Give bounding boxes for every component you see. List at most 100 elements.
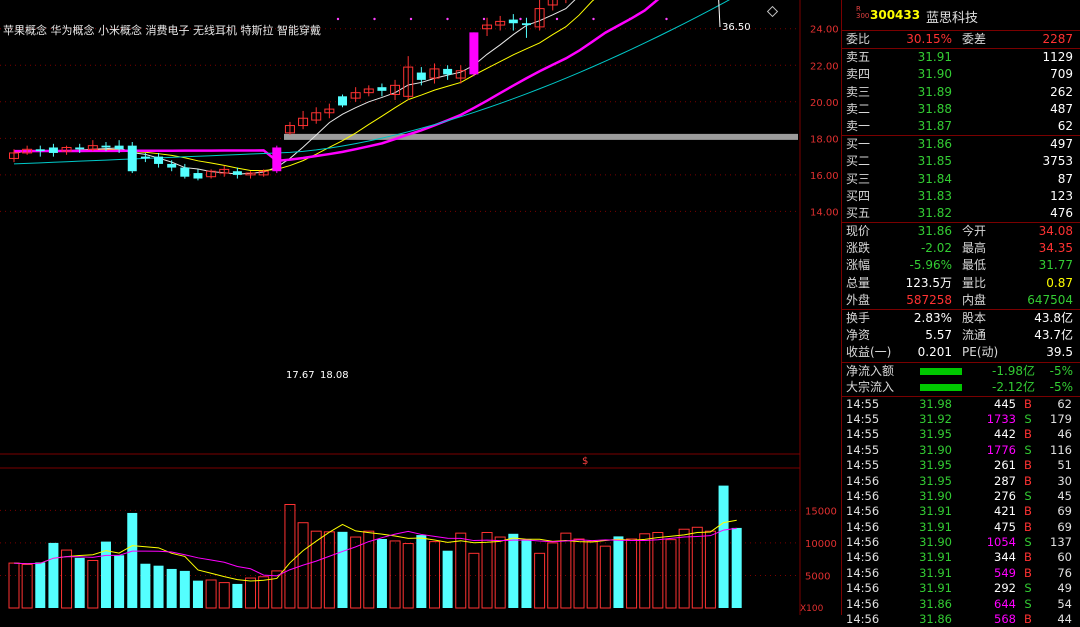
tick-volume: 549 — [994, 565, 1016, 580]
stat-value: 0.201 — [917, 345, 952, 360]
ask-price: 31.87 — [917, 118, 952, 133]
tick-volume: 421 — [994, 504, 1016, 519]
ask-row[interactable]: 卖一 31.87 62 — [842, 118, 1080, 135]
share-stats: 换手 2.83% 股本 43.8亿 净资 5.57 流通 43.7亿 收益(一) 0.201 PE(… — [842, 309, 1080, 362]
price-tick-label: 18.00 — [810, 134, 839, 145]
kline-chart-area[interactable]: 36.0034.0032.0030.0028.0026.0024.0022.00… — [0, 0, 840, 615]
volume-bar — [494, 536, 506, 609]
stat-value: 31.86 — [917, 224, 952, 239]
bid-row[interactable]: 买五 31.82 476 — [842, 205, 1080, 222]
tick-side: B — [1024, 504, 1032, 519]
tick-volume: 475 — [994, 519, 1016, 534]
stat-value: 34.35 — [1038, 241, 1073, 256]
tick-price: 31.90 — [919, 535, 952, 550]
tick-count: 51 — [1057, 458, 1072, 473]
tick-row[interactable]: 14:56 31.90 276 S 45 — [842, 489, 1080, 504]
tick-row[interactable]: 14:56 31.91 475 B 69 — [842, 520, 1080, 535]
volume-bar — [8, 562, 20, 609]
stat-label: 总量 — [846, 275, 871, 290]
tick-row[interactable]: 14:55 31.90 1776 S 116 — [842, 443, 1080, 458]
tick-volume: 644 — [994, 596, 1016, 611]
tick-count: 54 — [1057, 596, 1072, 611]
volume-bar — [455, 532, 467, 609]
tick-volume: 568 — [994, 612, 1016, 627]
high-price-label: 36.50 — [722, 22, 751, 33]
stat-label: 换手 — [846, 311, 871, 325]
bid-row[interactable]: 买四 31.83 123 — [842, 188, 1080, 205]
volume-bar — [337, 531, 348, 608]
volume-bar — [245, 577, 257, 609]
volume-bar — [534, 552, 546, 609]
tick-row[interactable]: 14:56 31.91 549 B 76 — [842, 566, 1080, 581]
stock-code[interactable]: 300433 — [870, 8, 920, 22]
stock-name[interactable]: 蓝思科技 — [926, 7, 978, 26]
ask-row[interactable]: 卖三 31.89 262 — [842, 84, 1080, 101]
volume-bar — [560, 532, 572, 609]
volume-bar — [731, 527, 742, 608]
volume-bar — [416, 535, 427, 608]
stat-row: 涨幅 -5.96% 最低 31.77 — [842, 257, 1080, 274]
expand-icon[interactable] — [766, 5, 779, 18]
stat-label: 涨跌 — [846, 241, 871, 256]
ask-row[interactable]: 卖五 31.91 1129 — [842, 49, 1080, 66]
bid-label: 买四 — [846, 188, 871, 203]
ask-row[interactable]: 卖四 31.90 709 — [842, 66, 1080, 83]
weicha-label: 委差 — [962, 32, 987, 46]
weibi-value: 30.15% — [906, 32, 952, 46]
volume-bar — [310, 530, 322, 609]
top-marker-dot — [373, 17, 376, 21]
tick-row[interactable]: 14:55 31.98 445 B 62 — [842, 397, 1080, 412]
flow-row: 净流入额 -1.98亿 -5% — [842, 363, 1080, 380]
candle-body — [75, 147, 85, 150]
bid-row[interactable]: 买三 31.84 87 — [842, 171, 1080, 188]
tick-time: 14:56 — [846, 596, 880, 611]
tick-row[interactable]: 14:56 31.86 568 B 44 — [842, 612, 1080, 627]
volume-bar — [691, 526, 703, 609]
tick-row[interactable]: 14:56 31.91 344 B 60 — [842, 550, 1080, 565]
stat-value: 0.87 — [1046, 275, 1073, 290]
tick-time: 14:56 — [846, 550, 880, 565]
ask-row[interactable]: 卖二 31.88 487 — [842, 101, 1080, 118]
tick-price: 31.91 — [919, 565, 952, 580]
tick-row[interactable]: 14:55 31.95 261 B 51 — [842, 458, 1080, 473]
volume-bar — [284, 503, 296, 609]
tick-row[interactable]: 14:55 31.92 1733 S 179 — [842, 412, 1080, 427]
stat-value: 123.5万 — [905, 275, 952, 290]
tick-list[interactable]: 14:55 31.98 445 B 62 14:55 31.92 1733 S 179 14:55 3… — [842, 395, 1080, 627]
volume-bar — [114, 555, 125, 608]
top-marker-dot — [519, 17, 522, 21]
tick-side: S — [1024, 442, 1032, 457]
tick-price: 31.86 — [919, 612, 952, 627]
candle-body — [154, 156, 164, 164]
top-marker-dot — [336, 17, 340, 21]
tick-time: 14:56 — [846, 473, 880, 488]
top-marker-dot — [592, 17, 595, 21]
candle-body — [180, 167, 190, 177]
volume-bar — [166, 568, 177, 608]
tick-side: S — [1024, 535, 1032, 550]
tick-side: B — [1024, 427, 1032, 442]
tick-price: 31.86 — [919, 596, 952, 611]
bid-row[interactable]: 买一 31.86 497 — [842, 136, 1080, 153]
kline-chart[interactable]: 36.0034.0032.0030.0028.0026.0024.0022.00… — [0, 0, 840, 615]
stat-label: 最低 — [962, 258, 987, 273]
stat-row: 外盘 587258 内盘 647504 — [842, 292, 1080, 309]
tick-time: 14:56 — [846, 504, 880, 519]
tick-row[interactable]: 14:56 31.91 421 B 69 — [842, 504, 1080, 519]
stat-label: 现价 — [846, 224, 871, 239]
tick-volume: 442 — [994, 427, 1016, 442]
tick-row[interactable]: 14:55 31.95 442 B 46 — [842, 427, 1080, 442]
flow-value: -2.12亿 — [992, 380, 1036, 395]
candle-body — [114, 145, 124, 150]
tick-volume: 1776 — [986, 442, 1016, 457]
stat-label: 外盘 — [846, 292, 871, 307]
bid-row[interactable]: 买二 31.85 3753 — [842, 153, 1080, 170]
tick-row[interactable]: 14:56 31.90 1054 S 137 — [842, 535, 1080, 550]
stat-row: 换手 2.83% 股本 43.8亿 — [842, 310, 1080, 327]
tick-row[interactable]: 14:56 31.86 644 S 54 — [842, 597, 1080, 612]
stat-label: PE(动) — [962, 345, 999, 360]
tick-count: 62 — [1057, 396, 1072, 411]
tick-row[interactable]: 14:56 31.91 292 S 49 — [842, 581, 1080, 596]
flow-bar — [920, 384, 962, 392]
tick-row[interactable]: 14:56 31.95 287 B 30 — [842, 474, 1080, 489]
